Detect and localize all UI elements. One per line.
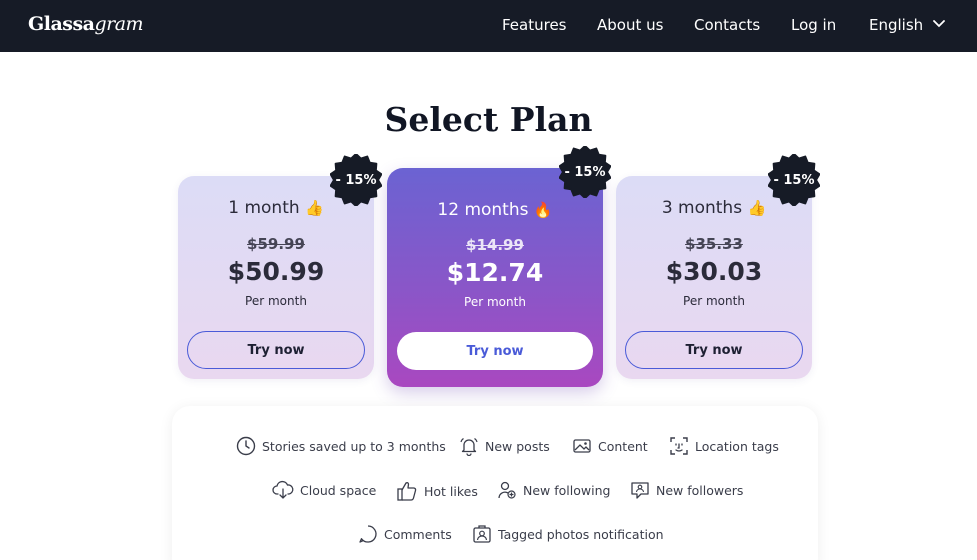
nav-contacts[interactable]: Contacts	[694, 16, 760, 34]
plan-price: $12.74	[446, 258, 544, 287]
language-selector[interactable]: English	[869, 16, 945, 34]
discount-badge: - 15%	[330, 154, 382, 206]
user-message-icon	[631, 482, 649, 499]
plan-price: $50.99	[227, 257, 325, 286]
feature-item: New followers	[630, 480, 743, 500]
plan-price: $30.03	[665, 257, 763, 286]
features-panel: Stories saved up to 3 months New posts C…	[172, 406, 818, 560]
feature-item: Stories saved up to 3 months	[236, 436, 446, 456]
cloud-download-icon	[272, 480, 294, 499]
feature-item: Cloud space	[272, 480, 376, 500]
thumbs-up-emoji-icon: 👍	[305, 199, 324, 217]
feature-item: Hot likes	[396, 480, 478, 502]
logo-italic-text: gram	[94, 13, 144, 35]
plan-old-price: $35.33	[685, 235, 743, 253]
thumbs-up-icon	[397, 482, 417, 501]
plan-period: Per month	[245, 294, 307, 308]
feature-item: Content	[572, 436, 648, 456]
logo[interactable]: Glassagram	[28, 13, 144, 35]
plan-card-12-months: 12 months 🔥 $14.99 $12.74 Per month Try …	[387, 168, 603, 387]
try-now-button[interactable]: Try now	[397, 332, 593, 370]
clock-icon	[236, 436, 256, 456]
plan-title: 12 months 🔥	[437, 200, 553, 220]
user-add-icon	[498, 481, 516, 499]
chat-bubble-icon	[359, 525, 377, 543]
try-now-button[interactable]: Try now	[625, 331, 803, 369]
feature-item: Comments	[358, 524, 452, 544]
feature-item: Tagged photos notification	[472, 524, 664, 544]
header-bar: Glassagram Features About us Contacts Lo…	[0, 0, 977, 52]
discount-badge: - 15%	[559, 146, 611, 198]
discount-badge: - 15%	[768, 154, 820, 206]
plan-old-price: $59.99	[247, 235, 305, 253]
chevron-down-icon	[933, 20, 945, 28]
plan-period: Per month	[464, 295, 526, 309]
nav-about-us[interactable]: About us	[597, 16, 663, 34]
feature-item: New following	[497, 480, 610, 500]
feature-item: New posts	[459, 436, 550, 456]
bell-icon	[460, 437, 478, 456]
language-label: English	[869, 16, 924, 34]
fire-emoji-icon: 🔥	[533, 201, 553, 219]
nav-features[interactable]: Features	[502, 16, 567, 34]
plan-old-price: $14.99	[466, 236, 524, 254]
plan-period: Per month	[683, 294, 745, 308]
plan-card-1-month: 1 month 👍 $59.99 $50.99 Per month Try no…	[178, 176, 374, 379]
page-title: Select Plan	[384, 100, 593, 139]
tagged-photo-icon	[473, 525, 491, 543]
try-now-button[interactable]: Try now	[187, 331, 365, 369]
logo-bold-text: Glassa	[28, 13, 95, 35]
image-icon	[573, 439, 591, 453]
face-scan-icon	[670, 437, 688, 455]
feature-item: Location tags	[669, 436, 779, 456]
plan-card-3-months: 3 months 👍 $35.33 $30.03 Per month Try n…	[616, 176, 812, 379]
nav-log-in[interactable]: Log in	[791, 16, 836, 34]
thumbs-up-emoji-icon: 👍	[747, 199, 767, 217]
